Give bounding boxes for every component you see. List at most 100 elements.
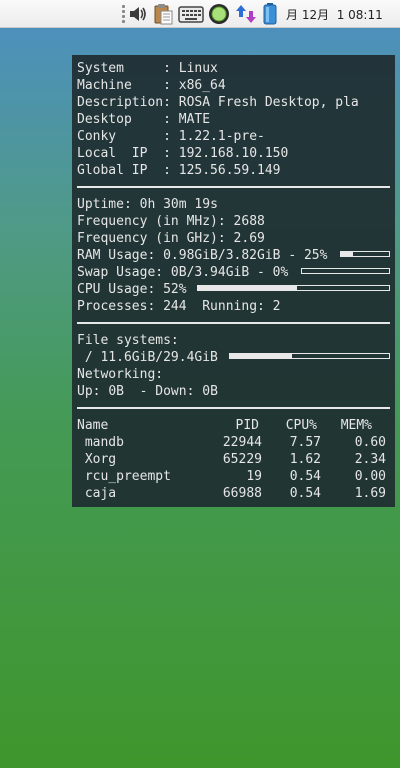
keyboard-icon[interactable]	[177, 4, 204, 24]
process-pid: 66988	[222, 486, 262, 501]
system-info-section: System : Linux Machine : x86_64 Descript…	[77, 60, 390, 179]
cpu-usage-fill	[198, 286, 298, 290]
freq-mhz-value: 2688	[233, 214, 265, 229]
network-transfer-icon[interactable]	[234, 4, 258, 24]
down-label: - Down:	[123, 384, 203, 399]
cpu-usage-bar	[197, 285, 390, 291]
usage-section: Uptime: 0h 30m 19s Frequency (in MHz): 2…	[77, 196, 390, 315]
process-cpu: 0.54	[289, 486, 321, 501]
process-name: Xorg	[77, 452, 117, 467]
system-row: System : Linux	[77, 60, 390, 77]
cpu-label: CPU Usage:	[77, 282, 164, 297]
info-value: 1.22.1-pre-	[178, 129, 265, 144]
divider	[77, 322, 390, 324]
swap-value: 0B/3.94GiB - 0%	[170, 265, 289, 280]
processes-label: Processes:	[77, 299, 164, 314]
ram-value: 0.98GiB/3.82GiB - 25%	[163, 248, 328, 263]
top-panel: 月 12月 1 08:11	[0, 0, 400, 28]
swap-label: Swap Usage:	[77, 265, 171, 280]
swap-usage-bar	[301, 268, 390, 274]
desktop-row: Desktop : MATE	[77, 111, 390, 128]
process-name: caja	[77, 486, 117, 501]
process-pid: 19	[246, 469, 262, 484]
header-cpu: CPU%	[285, 418, 317, 433]
info-value: MATE	[178, 112, 211, 127]
root-fs-bar	[229, 353, 390, 359]
running-label: Running:	[186, 299, 273, 314]
volume-icon[interactable]	[128, 4, 148, 24]
info-value: ROSA Fresh Desktop, pla	[178, 95, 359, 110]
cpu-value: 52%	[163, 282, 187, 297]
down-value: 0B	[202, 384, 218, 399]
up-label: Up:	[77, 384, 109, 399]
info-label: Machine :	[77, 78, 179, 93]
header-mem: MEM%	[340, 418, 372, 433]
root-fs-usage: / 11.6GiB/29.4GiB	[77, 350, 218, 365]
root-fs-fill	[230, 354, 292, 358]
fs-net-section: File systems: / 11.6GiB/29.4GiB Networki…	[77, 332, 390, 400]
info-label: Global IP :	[77, 163, 179, 178]
process-name: mandb	[77, 435, 124, 450]
panel-clock[interactable]: 月 12月 1 08:11	[286, 6, 383, 23]
networking-heading: Networking:	[77, 367, 164, 382]
ram-usage-fill	[341, 252, 353, 256]
update-notifier-icon[interactable]	[207, 4, 231, 24]
root-fs-row: / 11.6GiB/29.4GiB	[77, 349, 390, 366]
running-value: 2	[272, 299, 281, 314]
processes-value: 244	[163, 299, 187, 314]
uptime-value: 0h 30m 19s	[139, 197, 218, 212]
process-mem: 0.00	[354, 469, 386, 484]
process-mem: 0.60	[354, 435, 386, 450]
ram-label: RAM Usage:	[77, 248, 164, 263]
local-ip-row: Local IP : 192.168.10.150	[77, 145, 390, 162]
info-label: Desktop :	[77, 112, 179, 127]
header-name: Name	[77, 418, 109, 433]
info-value: x86_64	[178, 78, 226, 93]
freq-mhz-label: Frequency (in MHz):	[77, 214, 234, 229]
process-cpu: 0.54	[289, 469, 321, 484]
conky-version-row: Conky : 1.22.1-pre-	[77, 128, 390, 145]
process-pid: 65229	[222, 452, 262, 467]
uptime-label: Uptime:	[77, 197, 140, 212]
process-table: Name PID CPU% MEM% mandb 22944 7.57 0.60…	[77, 417, 390, 502]
info-label: Description:	[77, 95, 179, 110]
freq-ghz-label: Frequency (in GHz):	[77, 231, 234, 246]
swap-usage-row: Swap Usage: 0B/3.94GiB - 0%	[77, 264, 390, 281]
ram-usage-row: RAM Usage: 0.98GiB/3.82GiB - 25%	[77, 247, 390, 264]
process-mem: 1.69	[354, 486, 386, 501]
table-row: caja 66988 0.54 1.69	[77, 485, 390, 502]
table-row: rcu_preempt 19 0.54 0.00	[77, 468, 390, 485]
conky-monitor: System : Linux Machine : x86_64 Descript…	[72, 55, 395, 507]
info-label: System :	[77, 61, 179, 76]
ram-usage-bar	[340, 251, 390, 257]
info-label: Local IP :	[77, 146, 179, 161]
table-header: Name PID CPU% MEM%	[77, 417, 390, 434]
table-row: Xorg 65229 1.62 2.34	[77, 451, 390, 468]
divider	[77, 186, 390, 188]
info-value: Linux	[178, 61, 218, 76]
table-row: mandb 22944 7.57 0.60	[77, 434, 390, 451]
up-value: 0B	[108, 384, 124, 399]
info-value: 125.56.59.149	[178, 163, 281, 178]
frequency-mhz-row: Frequency (in MHz): 2688	[77, 213, 390, 230]
global-ip-row: Global IP : 125.56.59.149	[77, 162, 390, 179]
process-cpu: 1.62	[289, 452, 321, 467]
clipboard-icon[interactable]	[151, 4, 175, 25]
machine-row: Machine : x86_64	[77, 77, 390, 94]
battery-icon[interactable]	[261, 3, 279, 25]
description-row: Description: ROSA Fresh Desktop, pla	[77, 94, 390, 111]
process-pid: 22944	[222, 435, 262, 450]
info-label: Conky :	[77, 129, 179, 144]
processes-row: Processes: 244 Running: 2	[77, 298, 390, 315]
info-value: 192.168.10.150	[178, 146, 289, 161]
process-mem: 2.34	[354, 452, 386, 467]
divider	[77, 407, 390, 409]
frequency-ghz-row: Frequency (in GHz): 2.69	[77, 230, 390, 247]
panel-drag-handle[interactable]	[121, 4, 126, 24]
network-traffic-row: Up: 0B - Down: 0B	[77, 383, 390, 400]
filesystems-heading: File systems:	[77, 333, 179, 348]
freq-ghz-value: 2.69	[233, 231, 265, 246]
cpu-usage-row: CPU Usage: 52%	[77, 281, 390, 298]
process-cpu: 7.57	[289, 435, 321, 450]
process-name: rcu_preempt	[77, 469, 171, 484]
